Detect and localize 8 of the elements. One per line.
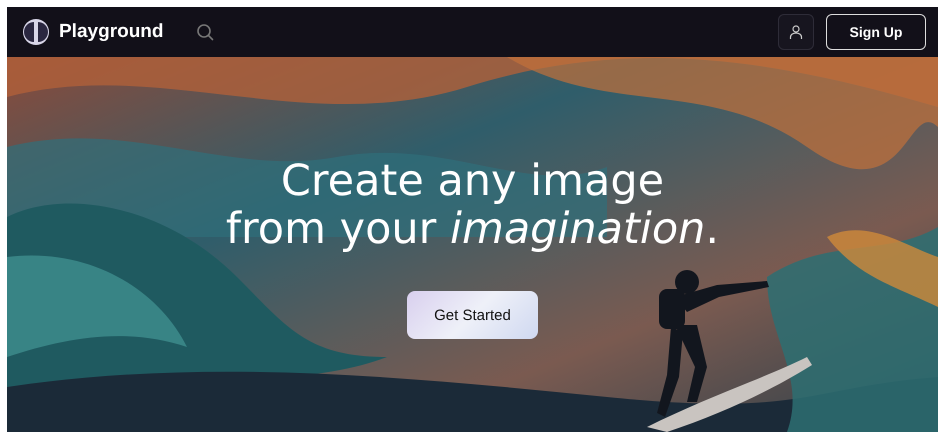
brand-name[interactable]: Playground <box>59 21 164 43</box>
sign-up-button[interactable]: Sign Up <box>826 14 926 50</box>
account-button[interactable] <box>778 14 814 50</box>
search-icon[interactable] <box>196 23 214 41</box>
get-started-button[interactable]: Get Started <box>407 291 538 339</box>
logo-icon[interactable] <box>22 18 50 46</box>
headline: Create any image from your imagination. <box>226 157 720 253</box>
user-icon <box>788 24 804 40</box>
